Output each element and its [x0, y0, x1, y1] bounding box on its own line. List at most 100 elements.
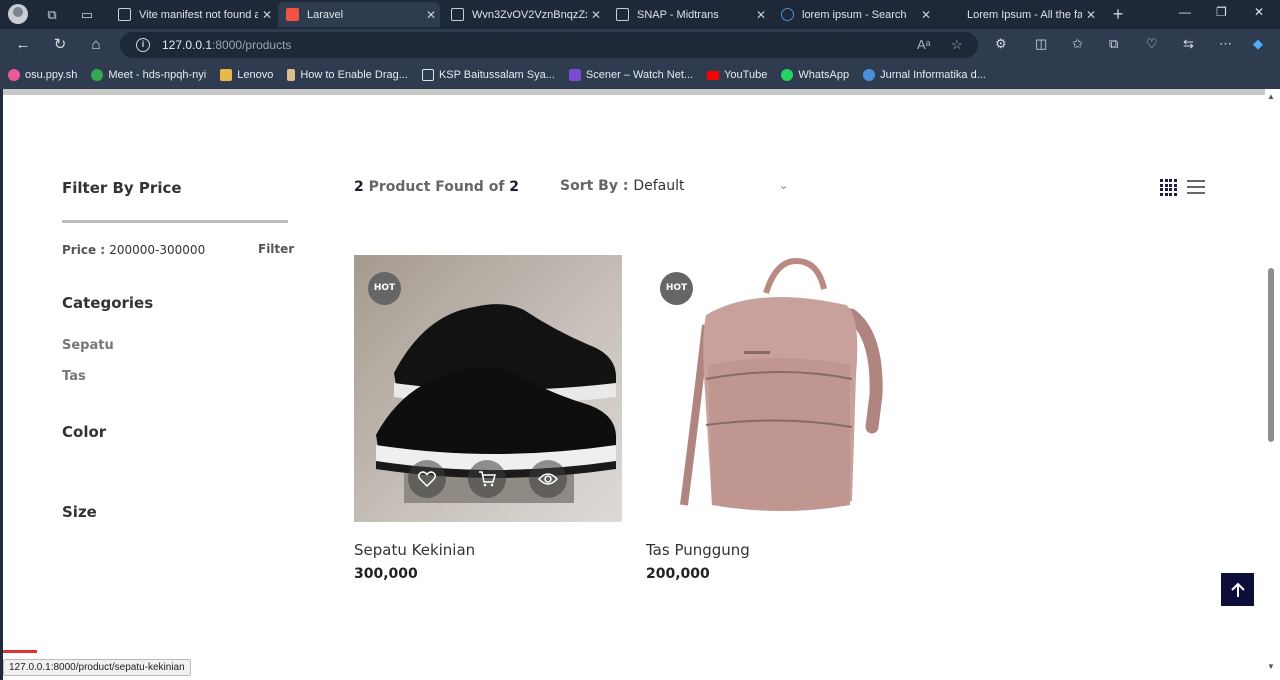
- close-icon[interactable]: ✕: [752, 8, 770, 22]
- back-icon[interactable]: ←: [13, 35, 33, 55]
- tab-actions-icon[interactable]: ▭: [75, 3, 99, 27]
- tab-title: lorem ipsum - Search: [802, 8, 907, 21]
- profile-avatar[interactable]: [8, 4, 28, 24]
- extensions-icon[interactable]: ⚙: [995, 36, 1007, 52]
- product-card-1[interactable]: HOT Sepatu Kekinian 300,000: [354, 255, 622, 582]
- close-icon[interactable]: ✕: [258, 8, 276, 22]
- youtube-icon: [707, 70, 720, 80]
- bookmark-whatsapp[interactable]: WhatsApp: [781, 69, 849, 81]
- tab-title: Lorem Ipsum - All the fac: [967, 8, 1082, 21]
- list-view-icon[interactable]: [1187, 180, 1205, 195]
- add-to-cart-button[interactable]: [468, 460, 506, 498]
- close-window-icon[interactable]: ✕: [1254, 5, 1264, 19]
- product-name[interactable]: Tas Punggung: [646, 541, 750, 559]
- laravel-icon: [286, 8, 299, 21]
- page-viewport: Filter By Price Price : 200000-300000 Fi…: [3, 89, 1265, 680]
- chevron-down-icon[interactable]: ⌄: [779, 179, 788, 192]
- collections-icon[interactable]: ⧉: [1109, 36, 1118, 52]
- bookmark-osu[interactable]: osu.ppy.sh: [8, 69, 77, 81]
- grid-view-icon[interactable]: [1160, 179, 1177, 196]
- product-image-backpack[interactable]: HOT: [646, 255, 914, 522]
- home-icon[interactable]: ⌂: [86, 35, 106, 55]
- close-icon[interactable]: ✕: [587, 8, 605, 22]
- workspaces-icon[interactable]: ⧉: [40, 3, 64, 27]
- browser-essentials-icon[interactable]: ♡: [1146, 36, 1158, 52]
- browser-tab-1[interactable]: Vite manifest not found a ✕: [110, 2, 276, 27]
- browser-tab-bar: ⧉ ▭ Vite manifest not found a ✕ Laravel …: [0, 0, 1280, 29]
- page-icon: [421, 69, 434, 81]
- found-count: 2: [354, 179, 364, 195]
- url-text: 127.0.0.1:8000/products: [162, 38, 292, 52]
- bookmark-label: How to Enable Drag...: [300, 69, 408, 81]
- copilot-icon[interactable]: ◆: [1253, 36, 1263, 52]
- osu-icon: [8, 69, 20, 81]
- sort-label: Sort By :: [560, 178, 629, 194]
- page-icon: [287, 69, 296, 81]
- favorites-icon[interactable]: ✩: [1072, 36, 1083, 52]
- bookmark-meet[interactable]: Meet - hds-npqh-nyi: [91, 69, 206, 81]
- cart-icon: [479, 471, 496, 487]
- sort-value: Default: [633, 178, 685, 194]
- jurnal-icon: [863, 69, 876, 81]
- back-to-top-button[interactable]: [1221, 573, 1254, 606]
- minimize-icon[interactable]: —: [1179, 5, 1191, 19]
- bookmark-youtube[interactable]: YouTube: [707, 69, 767, 81]
- bookmark-drag[interactable]: How to Enable Drag...: [287, 69, 408, 81]
- bookmark-label: Lenovo: [237, 69, 274, 81]
- tab-title: Laravel: [307, 8, 344, 21]
- bookmark-label: KSP Baitussalam Sya...: [438, 69, 555, 81]
- bookmark-ksp[interactable]: KSP Baitussalam Sya...: [421, 69, 555, 81]
- browser-tab-2[interactable]: Laravel ✕: [278, 2, 440, 27]
- new-tab-icon[interactable]: +: [1106, 2, 1130, 26]
- folder-icon: [220, 69, 233, 81]
- product-image-shoes[interactable]: HOT: [354, 255, 622, 522]
- scroll-up-arrow-icon[interactable]: ▲: [1267, 92, 1275, 101]
- bookmark-scener[interactable]: Scener – Watch Net...: [568, 69, 694, 81]
- browser-tab-3[interactable]: Wvn3ZvOV2VznBnqzZxlT ✕: [443, 2, 605, 27]
- product-count: 2 Product Found of 2: [354, 179, 519, 195]
- site-info-icon[interactable]: i: [136, 38, 150, 52]
- product-name[interactable]: Sepatu Kekinian: [354, 541, 475, 559]
- reload-icon[interactable]: ↻: [50, 35, 70, 55]
- status-indicator: [3, 650, 37, 653]
- price-range-slider[interactable]: [62, 220, 288, 223]
- maximize-icon[interactable]: ❐: [1216, 5, 1227, 19]
- close-icon[interactable]: ✕: [1082, 8, 1100, 22]
- wishlist-button[interactable]: [408, 460, 446, 498]
- browser-tab-6[interactable]: Lorem Ipsum - All the fac ✕: [938, 2, 1100, 27]
- read-aloud-icon[interactable]: Aᵃ: [917, 37, 931, 52]
- split-screen-icon[interactable]: ◫: [1035, 36, 1047, 52]
- quick-view-button[interactable]: [529, 460, 567, 498]
- page-icon: [118, 8, 131, 21]
- filter-button[interactable]: Filter: [258, 242, 294, 256]
- address-bar[interactable]: i 127.0.0.1:8000/products Aᵃ ☆: [120, 32, 978, 58]
- category-tas[interactable]: Tas: [62, 369, 86, 384]
- close-icon[interactable]: ✕: [917, 8, 935, 22]
- category-sepatu[interactable]: Sepatu: [62, 338, 114, 353]
- scroll-down-arrow-icon[interactable]: ▼: [1267, 662, 1275, 671]
- meet-icon: [91, 69, 104, 81]
- close-icon[interactable]: ✕: [422, 8, 440, 22]
- share-icon[interactable]: ⇆: [1183, 36, 1194, 52]
- hot-badge: HOT: [660, 272, 693, 305]
- bookmark-label: Scener – Watch Net...: [585, 69, 694, 81]
- more-icon[interactable]: ⋯: [1219, 36, 1232, 52]
- filter-price-heading: Filter By Price: [62, 179, 182, 197]
- scener-icon: [568, 69, 581, 81]
- scrollbar-thumb[interactable]: [1268, 268, 1274, 442]
- favorite-star-icon[interactable]: ☆: [951, 37, 963, 53]
- arrow-up-icon: [1230, 582, 1245, 597]
- product-card-2[interactable]: HOT Tas Punggung 200,000: [646, 255, 914, 582]
- categories-heading: Categories: [62, 294, 154, 312]
- found-text: Product Found of: [368, 179, 505, 195]
- browser-tab-5[interactable]: lorem ipsum - Search ✕: [773, 2, 935, 27]
- price-range-value: 200000-300000: [109, 243, 206, 257]
- browser-tab-4[interactable]: SNAP - Midtrans ✕: [608, 2, 770, 27]
- bookmark-label: osu.ppy.sh: [25, 69, 78, 81]
- bookmark-jurnal[interactable]: Jurnal Informatika d...: [863, 69, 986, 81]
- whatsapp-icon: [781, 69, 794, 81]
- search-icon: [781, 8, 794, 21]
- sort-select[interactable]: Sort By : Default: [560, 178, 684, 194]
- bookmarks-bar: osu.ppy.sh Meet - hds-npqh-nyi Lenovo Ho…: [0, 61, 1280, 89]
- bookmark-lenovo[interactable]: Lenovo: [220, 69, 273, 81]
